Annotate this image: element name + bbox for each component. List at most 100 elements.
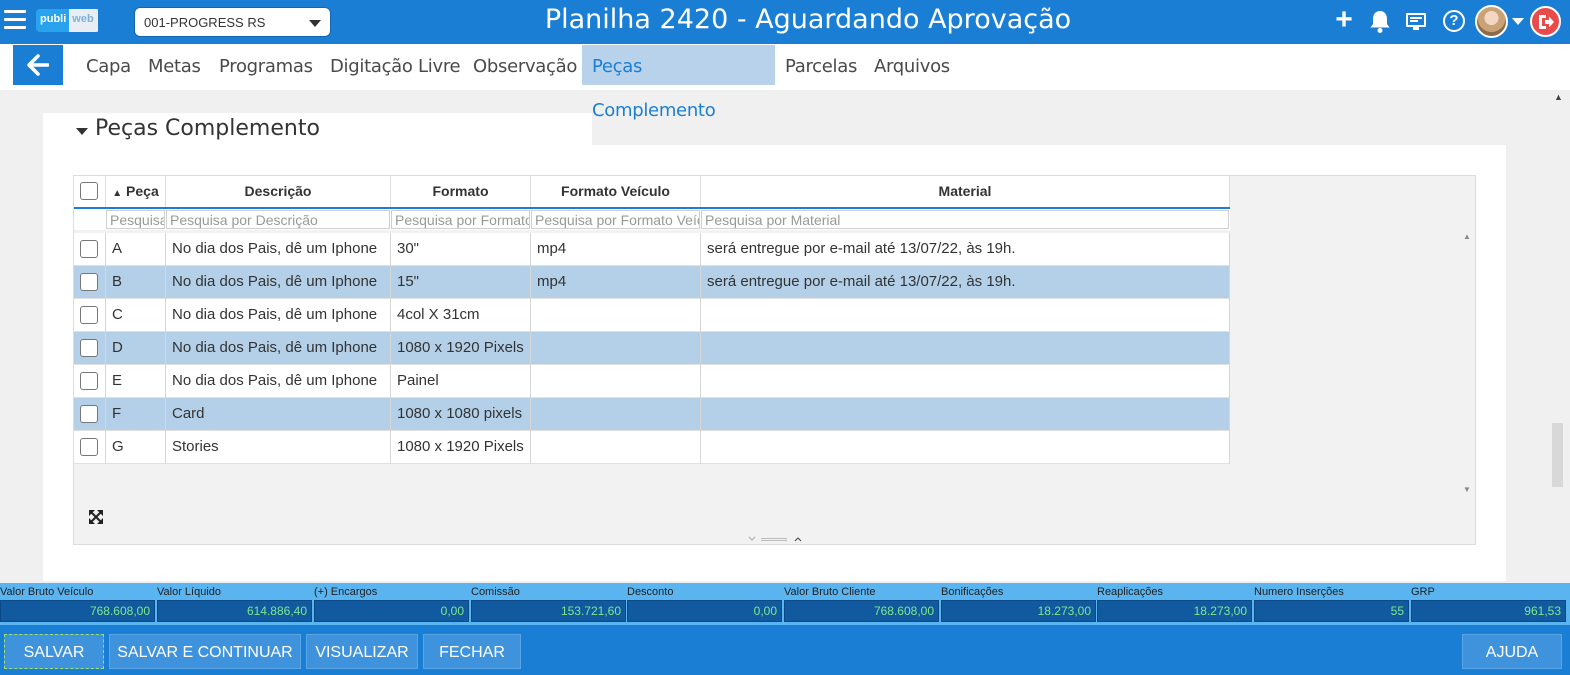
total-value: 55: [1254, 600, 1409, 622]
total-value: 18.273,00: [1097, 600, 1252, 622]
plus-icon[interactable]: +: [1331, 5, 1357, 35]
total-encargos: (+) Encargos 0,00: [314, 585, 469, 622]
expand-icon[interactable]: [88, 509, 104, 525]
row-checkbox[interactable]: [80, 372, 98, 390]
cell-formato-veiculo: [531, 299, 701, 332]
total-label: (+) Encargos: [314, 586, 378, 598]
back-button[interactable]: [13, 45, 63, 85]
total-label: Comissão: [471, 586, 520, 598]
filter-formato-veiculo-input[interactable]: Pesquisa por Formato Veículo: [531, 210, 700, 229]
filter-formato-input[interactable]: Pesquisa por Formato: [391, 210, 530, 229]
save-and-continue-button[interactable]: SALVAR E CONTINUAR: [109, 634, 301, 669]
chevron-down-icon: [309, 20, 321, 27]
column-header-material[interactable]: Material: [701, 176, 1230, 207]
tab-pecas-complemento[interactable]: Peças Complemento: [582, 45, 775, 121]
row-select-cell: [74, 299, 106, 332]
filter-material-input[interactable]: Pesquisa por Material: [701, 210, 1229, 229]
table-row[interactable]: F Card 1080 x 1080 pixels: [74, 398, 1230, 431]
total-label: Valor Bruto Cliente: [784, 586, 876, 598]
menu-icon[interactable]: [4, 10, 26, 32]
total-label: Desconto: [627, 586, 674, 598]
select-all-checkbox[interactable]: [80, 182, 98, 200]
grid-resize-handle[interactable]: [748, 535, 808, 544]
logo-text-web: web: [69, 9, 98, 32]
logo-text-publi: publi: [36, 9, 70, 32]
filter-descricao-input[interactable]: Pesquisa por Descrição: [166, 210, 390, 229]
publiweb-logo[interactable]: publi web: [36, 9, 100, 32]
cell-peca: E: [106, 365, 166, 398]
table-row[interactable]: E No dia dos Pais, dê um Iphone Painel: [74, 365, 1230, 398]
total-grp: GRP 961,53: [1411, 585, 1566, 622]
cell-material: será entregue por e-mail até 13/07/22, à…: [701, 266, 1230, 299]
filter-peca-input[interactable]: Pesquisa por Peça: [106, 210, 165, 229]
column-header-formato[interactable]: Formato: [391, 176, 531, 207]
total-comissao: Comissão 153.721,60: [471, 585, 626, 622]
page-scrollbar-thumb[interactable]: [1552, 423, 1563, 487]
table-row[interactable]: B No dia dos Pais, dê um Iphone 15" mp4 …: [74, 266, 1230, 299]
row-checkbox[interactable]: [80, 438, 98, 456]
cell-formato: 1080 x 1080 pixels: [391, 398, 531, 431]
cell-descricao: No dia dos Pais, dê um Iphone: [166, 365, 391, 398]
column-header-peca[interactable]: ▲ Peça: [106, 176, 166, 207]
scroll-up-icon[interactable]: ▲: [1554, 92, 1563, 102]
row-checkbox[interactable]: [80, 306, 98, 324]
monitor-icon[interactable]: [1403, 8, 1429, 34]
cell-peca: A: [106, 233, 166, 266]
arrow-left-icon: [27, 54, 49, 76]
avatar[interactable]: [1475, 5, 1508, 38]
tab-arquivos[interactable]: Arquivos: [864, 45, 960, 85]
row-checkbox[interactable]: [80, 240, 98, 258]
total-label: Bonificações: [941, 586, 1004, 598]
cell-peca: D: [106, 332, 166, 365]
cell-peca: C: [106, 299, 166, 332]
row-checkbox[interactable]: [80, 273, 98, 291]
grid-scroll-up-icon[interactable]: ▲: [1463, 232, 1471, 241]
cell-material: [701, 398, 1230, 431]
cell-material: [701, 431, 1230, 464]
total-value: 18.273,00: [941, 600, 1096, 622]
table-row[interactable]: G Stories 1080 x 1920 Pixels: [74, 431, 1230, 464]
cell-formato-veiculo: mp4: [531, 233, 701, 266]
row-select-cell: [74, 365, 106, 398]
column-header-descricao[interactable]: Descrição: [166, 176, 391, 207]
tab-programas[interactable]: Programas: [209, 45, 323, 85]
save-button[interactable]: SALVAR: [4, 634, 104, 669]
row-checkbox[interactable]: [80, 405, 98, 423]
tab-capa[interactable]: Capa: [76, 45, 141, 85]
total-valor-bruto-cliente: Valor Bruto Cliente 768.608,00: [784, 585, 939, 622]
table-row[interactable]: A No dia dos Pais, dê um Iphone 30" mp4 …: [74, 233, 1230, 266]
cell-formato: Painel: [391, 365, 531, 398]
tab-digitacao-livre[interactable]: Digitação Livre: [320, 45, 470, 85]
cell-formato: 4col X 31cm: [391, 299, 531, 332]
total-reaplicacoes: Reaplicações 18.273,00: [1097, 585, 1252, 622]
client-select[interactable]: 001-PROGRESS RS: [134, 7, 331, 37]
total-value: 0,00: [627, 600, 782, 622]
table-row[interactable]: D No dia dos Pais, dê um Iphone 1080 x 1…: [74, 332, 1230, 365]
table-row[interactable]: C No dia dos Pais, dê um Iphone 4col X 3…: [74, 299, 1230, 332]
sort-asc-icon: ▲: [112, 188, 123, 199]
help-button[interactable]: AJUDA: [1462, 634, 1562, 669]
total-value: 614.886,40: [157, 600, 312, 622]
bell-icon[interactable]: [1367, 8, 1393, 34]
cell-peca: G: [106, 431, 166, 464]
logout-icon[interactable]: [1530, 6, 1561, 37]
tab-observacao[interactable]: Observação: [463, 45, 587, 85]
close-button[interactable]: FECHAR: [423, 634, 521, 669]
cell-formato-veiculo: mp4: [531, 266, 701, 299]
total-numero-insercoes: Numero Inserções 55: [1254, 585, 1409, 622]
page-title: Planilha 2420 - Aguardando Aprovação: [544, 4, 1072, 35]
tab-parcelas[interactable]: Parcelas: [775, 45, 867, 85]
row-select-cell: [74, 266, 106, 299]
view-button[interactable]: VISUALIZAR: [306, 634, 418, 669]
total-value: 768.608,00: [784, 600, 939, 622]
help-icon[interactable]: ?: [1441, 8, 1467, 34]
tab-metas[interactable]: Metas: [138, 45, 211, 85]
grid-scroll-down-icon[interactable]: ▼: [1463, 485, 1471, 494]
row-select-cell: [74, 398, 106, 431]
row-checkbox[interactable]: [80, 339, 98, 357]
caret-down-icon[interactable]: [76, 128, 88, 135]
cell-formato-veiculo: [531, 431, 701, 464]
column-header-formato-veiculo[interactable]: Formato Veículo: [531, 176, 701, 207]
cell-material: [701, 332, 1230, 365]
chevron-down-icon[interactable]: [1512, 18, 1524, 25]
